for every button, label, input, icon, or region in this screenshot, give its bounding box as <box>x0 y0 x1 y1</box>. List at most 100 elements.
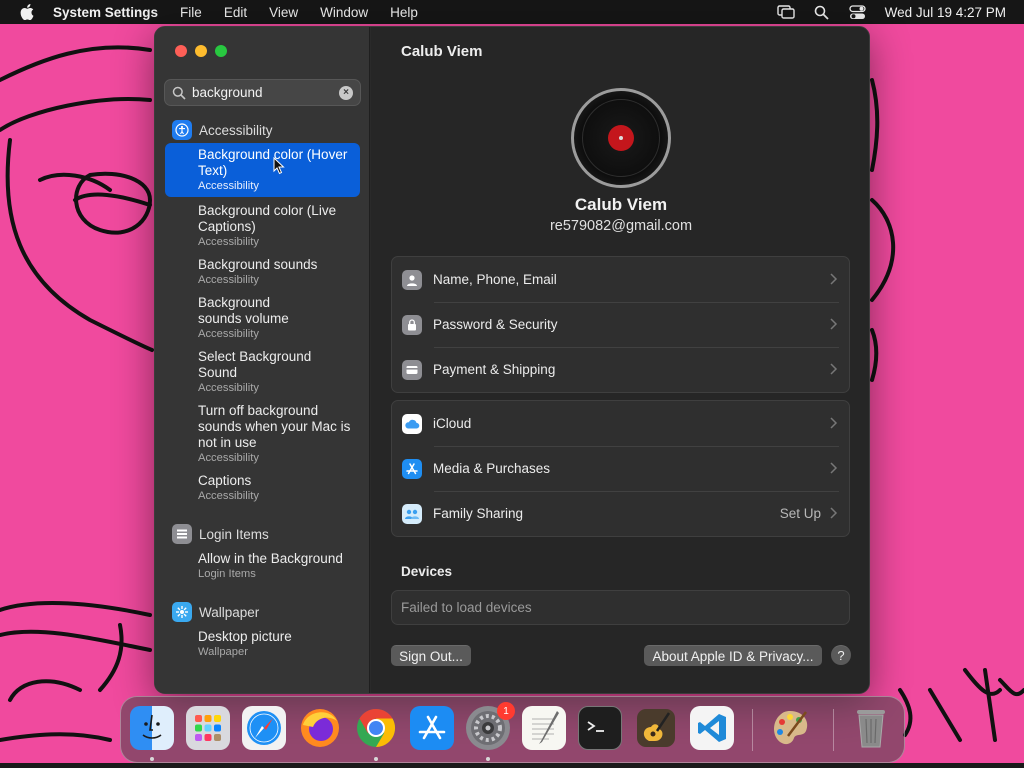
dock-terminal[interactable] <box>578 706 622 750</box>
search-results-list: Accessibility Background color (Hover Te… <box>155 117 370 663</box>
app-store-icon <box>402 458 422 479</box>
dock-trash[interactable] <box>849 706 893 750</box>
dock-textedit[interactable] <box>522 706 566 750</box>
result-subtitle: Accessibility <box>198 180 259 192</box>
user-email: re579082@gmail.com <box>549 218 693 234</box>
person-icon <box>402 269 422 290</box>
menu-clock[interactable]: Wed Jul 19 4:27 PM <box>885 5 1006 20</box>
apple-menu-icon[interactable] <box>17 2 37 22</box>
search-input[interactable] <box>192 85 332 100</box>
chevron-right-icon <box>830 462 838 474</box>
section-label: Wallpaper <box>199 604 260 620</box>
screen-bottom-edge <box>0 763 1024 768</box>
help-button[interactable]: ? <box>831 645 851 665</box>
firefox-icon <box>301 709 339 747</box>
row-media-purchases[interactable]: Media & Purchases <box>392 446 849 491</box>
chevron-right-icon <box>830 363 838 375</box>
result-background-sounds-volume[interactable]: Background sounds volume Accessibility <box>165 291 360 345</box>
dock-visual-studio-code[interactable] <box>690 706 734 750</box>
result-subtitle: Login Items <box>198 568 256 580</box>
account-settings-group: Name, Phone, Email Password & Security P… <box>391 256 850 393</box>
family-sharing-setup-value: Set Up <box>779 506 821 521</box>
result-title: Select Background Sound <box>198 349 312 380</box>
result-background-color-live-captions[interactable]: Background color (Live Captions) Accessi… <box>165 199 360 253</box>
row-label: Media & Purchases <box>433 461 551 476</box>
chevron-right-icon <box>830 273 838 285</box>
result-turn-off-background-sounds[interactable]: Turn off background sounds when your Mac… <box>165 399 360 469</box>
wallpaper-icon <box>172 602 192 622</box>
result-title: Background color (Live Captions) <box>198 203 337 234</box>
sign-out-button[interactable]: Sign Out... <box>391 645 471 666</box>
family-sharing-icon <box>402 503 422 524</box>
safari-compass-icon <box>247 711 281 745</box>
login-items-icon <box>172 524 192 544</box>
section-login-items[interactable]: Login Items <box>155 521 370 547</box>
dock-finder[interactable] <box>130 706 174 750</box>
row-icloud[interactable]: iCloud <box>392 401 849 446</box>
menu-file[interactable]: File <box>180 5 202 20</box>
result-subtitle: Accessibility <box>198 452 259 464</box>
launchpad-icon <box>195 715 221 741</box>
menu-window[interactable]: Window <box>320 5 368 20</box>
dock-launchpad[interactable] <box>186 706 230 750</box>
result-captions[interactable]: Captions Accessibility <box>165 469 360 507</box>
search-icon <box>172 86 186 100</box>
menu-edit[interactable]: Edit <box>224 5 247 20</box>
system-settings-window: × Accessibility Background color (Hover … <box>154 26 870 694</box>
minimize-button[interactable] <box>195 45 207 57</box>
result-allow-in-background[interactable]: Allow in the Background Login Items <box>165 547 360 585</box>
chrome-icon <box>357 708 396 748</box>
menu-view[interactable]: View <box>269 5 298 20</box>
section-accessibility[interactable]: Accessibility <box>155 117 370 143</box>
search-field[interactable]: × <box>164 79 361 106</box>
result-title: Desktop picture <box>198 629 292 644</box>
window-controls <box>175 45 227 57</box>
textedit-icon <box>532 711 559 744</box>
vscode-icon <box>698 714 726 742</box>
user-avatar[interactable] <box>571 88 671 188</box>
result-title: Allow in the Background <box>198 551 343 566</box>
row-family-sharing[interactable]: Family Sharing Set Up <box>392 491 849 536</box>
icloud-icon <box>402 413 422 434</box>
zoom-button[interactable] <box>215 45 227 57</box>
about-apple-id-privacy-button[interactable]: About Apple ID & Privacy... <box>644 645 822 666</box>
section-label: Login Items <box>199 526 269 542</box>
dock-app-store[interactable] <box>410 706 454 750</box>
menu-help[interactable]: Help <box>390 5 418 20</box>
dock-art-studio[interactable] <box>768 706 812 750</box>
row-password-security[interactable]: Password & Security <box>392 302 849 347</box>
devices-error-message: Failed to load devices <box>401 600 532 615</box>
sidebar: × Accessibility Background color (Hover … <box>155 27 370 693</box>
result-background-sounds[interactable]: Background sounds Accessibility <box>165 253 360 291</box>
result-select-background-sound[interactable]: Select Background Sound Accessibility <box>165 345 360 399</box>
spotlight-search-icon[interactable] <box>813 3 831 21</box>
result-title: Background sounds volume <box>198 295 289 326</box>
dock-garageband[interactable] <box>634 706 678 750</box>
row-name-phone-email[interactable]: Name, Phone, Email <box>392 257 849 302</box>
menu-bar: System Settings File Edit View Window He… <box>0 0 1024 24</box>
chevron-right-icon <box>830 318 838 330</box>
paint-palette-icon <box>774 711 808 745</box>
record-spindle <box>619 136 623 140</box>
lock-icon <box>402 314 422 335</box>
result-background-color-hover-text[interactable]: Background color (Hover Text) Accessibil… <box>165 143 360 197</box>
result-desktop-picture[interactable]: Desktop picture Wallpaper <box>165 625 360 663</box>
result-subtitle: Accessibility <box>198 490 259 502</box>
close-button[interactable] <box>175 45 187 57</box>
row-payment-shipping[interactable]: Payment & Shipping <box>392 347 849 392</box>
section-label: Accessibility <box>199 122 273 138</box>
dock-separator <box>833 709 834 751</box>
result-title: Turn off background sounds when your Mac… <box>198 403 351 450</box>
screen-mirroring-icon[interactable] <box>776 3 795 21</box>
dock-google-chrome[interactable] <box>354 706 398 750</box>
dock-separator <box>752 709 753 751</box>
dock-firefox[interactable] <box>298 706 342 750</box>
dock-safari[interactable] <box>242 706 286 750</box>
control-center-icon[interactable] <box>849 3 867 21</box>
user-name: Calub Viem <box>574 195 668 214</box>
clear-search-icon[interactable]: × <box>339 86 353 100</box>
menu-app-name[interactable]: System Settings <box>53 5 158 20</box>
devices-list: Failed to load devices <box>391 590 850 625</box>
accessibility-icon <box>172 120 192 140</box>
section-wallpaper[interactable]: Wallpaper <box>155 599 370 625</box>
